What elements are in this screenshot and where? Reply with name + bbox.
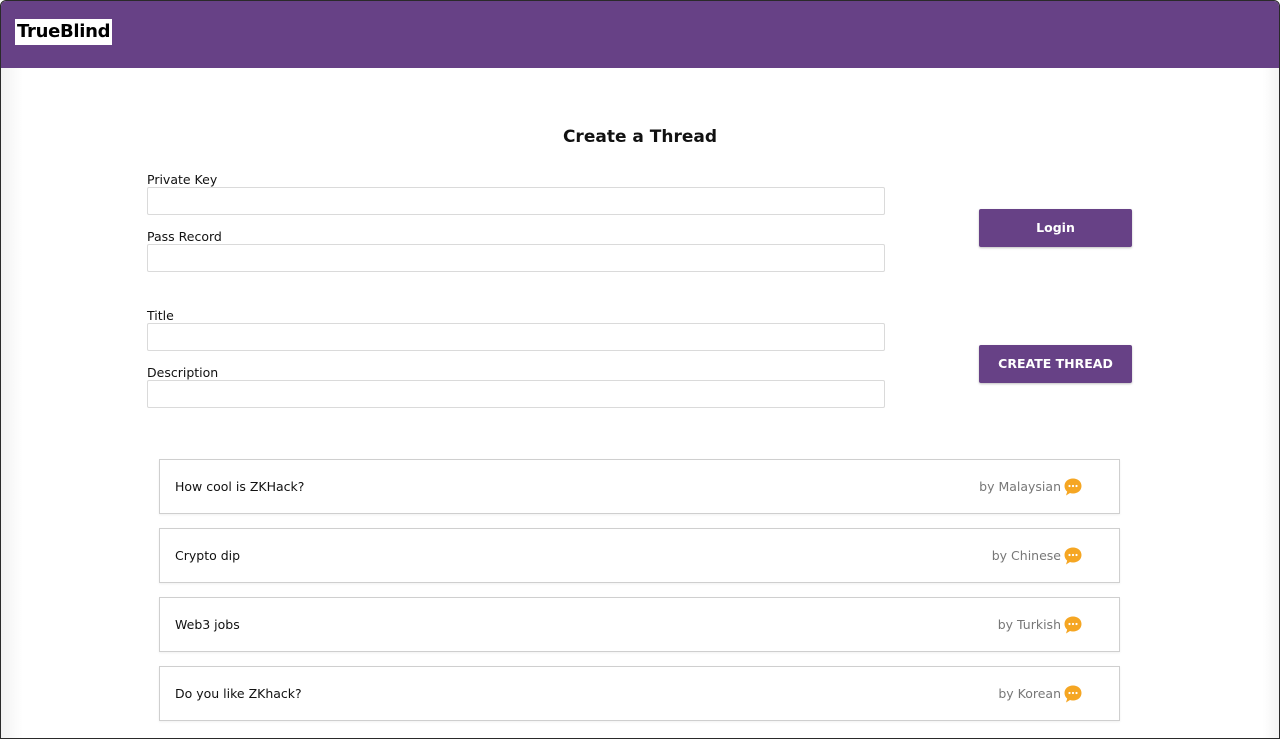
page-title: Create a Thread [562, 127, 718, 147]
description-input[interactable] [147, 380, 885, 408]
right-edge-shade [1263, 68, 1279, 738]
left-edge-shade [1, 68, 23, 738]
thread-item[interactable]: Web3 jobs by Turkish [159, 597, 1120, 652]
chat-bubble-icon [1064, 685, 1082, 703]
app-window: TrueBlind Create a Thread Private Key Pa… [0, 0, 1280, 739]
pass-record-label: Pass Record [147, 229, 222, 244]
thread-author: by Malaysian [979, 479, 1061, 494]
thread-author: by Korean [998, 686, 1061, 701]
brand-logo[interactable]: TrueBlind [15, 19, 113, 45]
private-key-label: Private Key [147, 172, 218, 187]
chat-bubble-icon [1064, 478, 1082, 496]
title-input[interactable] [147, 323, 885, 351]
top-nav-bar: TrueBlind [1, 1, 1279, 68]
chat-bubble-icon [1064, 616, 1082, 634]
chat-bubble-icon [1064, 547, 1082, 565]
thread-title: Crypto dip [175, 548, 241, 563]
thread-author: by Chinese [991, 548, 1061, 563]
thread-title: How cool is ZKHack? [175, 479, 305, 494]
description-label: Description [147, 365, 219, 380]
thread-title: Do you like ZKhack? [175, 686, 302, 701]
pass-record-input[interactable] [147, 244, 885, 272]
thread-item[interactable]: Crypto dip by Chinese [159, 528, 1120, 583]
create-thread-button[interactable]: CREATE THREAD [979, 345, 1132, 383]
login-button[interactable]: Login [979, 209, 1132, 247]
private-key-input[interactable] [147, 187, 885, 215]
thread-item[interactable]: How cool is ZKHack? by Malaysian [159, 459, 1120, 514]
thread-item[interactable]: Do you like ZKhack? by Korean [159, 666, 1120, 721]
title-label: Title [147, 308, 174, 323]
thread-title: Web3 jobs [175, 617, 240, 632]
thread-author: by Turkish [997, 617, 1061, 632]
